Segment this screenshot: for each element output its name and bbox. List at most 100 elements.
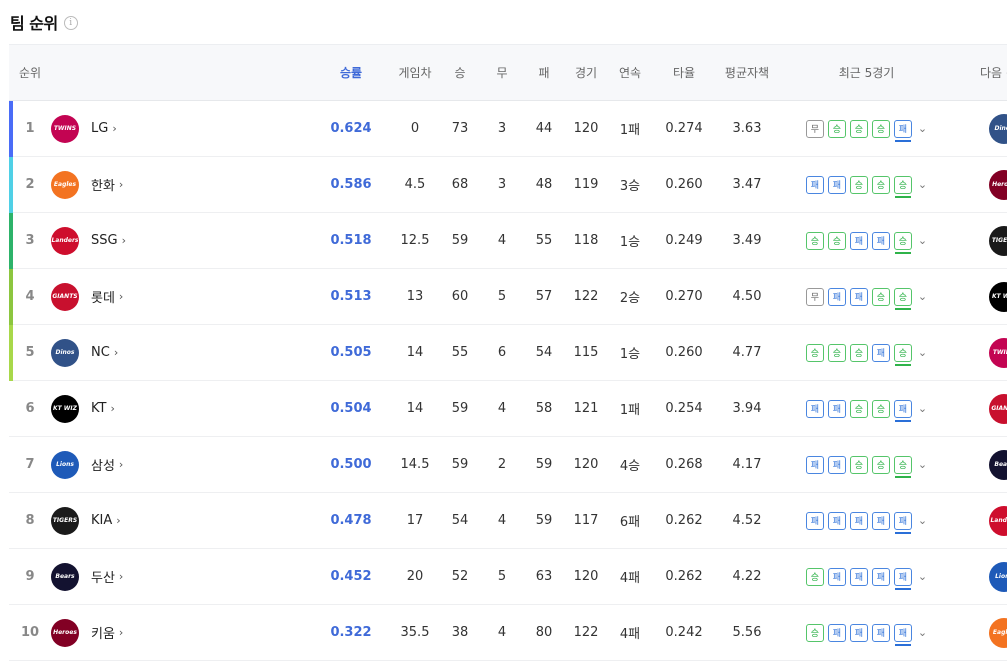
chevron-down-icon[interactable]: ⌄	[918, 346, 927, 359]
next-game[interactable]: Heroes	[954, 169, 1007, 200]
col-gb[interactable]: 게임차	[391, 64, 439, 81]
next-game[interactable]: TWINS	[954, 337, 1007, 368]
next-game[interactable]: Dinos	[954, 113, 1007, 144]
table-row: 5 Dinos NC › 0.505 14 55 6 54 115 1승 0.2…	[9, 325, 1007, 381]
team-link[interactable]: TIGERS KIA ›	[51, 506, 311, 535]
chevron-down-icon[interactable]: ⌄	[918, 458, 927, 471]
next-opponent-logo[interactable]: Eagles	[989, 617, 1007, 648]
next-opponent-logo[interactable]: Bears	[989, 449, 1007, 480]
chevron-down-icon[interactable]: ⌄	[918, 626, 927, 639]
col-games[interactable]: 경기	[565, 64, 607, 81]
team-link[interactable]: KT WIZ KT ›	[51, 394, 311, 423]
next-opponent-logo[interactable]: Landers	[989, 505, 1007, 536]
recent-result-badge: 무	[805, 287, 824, 306]
team-link[interactable]: GIANTS 롯데 ›	[51, 282, 311, 311]
team-link[interactable]: TWINS LG ›	[51, 114, 311, 143]
games-behind: 0	[410, 121, 420, 136]
next-opponent-logo[interactable]: KT WIZ	[989, 281, 1007, 312]
rank: 1	[25, 121, 35, 136]
team-name: KIA	[91, 513, 113, 528]
recent-result-badge: 패	[893, 399, 912, 422]
chevron-down-icon[interactable]: ⌄	[918, 234, 927, 247]
info-icon[interactable]: i	[63, 16, 78, 30]
recent-five-games[interactable]: 패 패 승 승 승 ⌄	[779, 455, 954, 478]
recent-result-badge: 패	[805, 175, 824, 194]
rank: 8	[25, 513, 35, 528]
streak: 1패	[619, 403, 641, 418]
recent-five-games[interactable]: 승 승 승 패 승 ⌄	[779, 343, 954, 366]
next-opponent-logo[interactable]: TWINS	[989, 337, 1007, 368]
team-link[interactable]: Eagles 한화 ›	[51, 170, 311, 199]
team-name: 두산	[91, 571, 115, 586]
recent-result-badge: 승	[893, 455, 912, 478]
chevron-down-icon[interactable]: ⌄	[918, 514, 927, 527]
team-logo-label: KT WIZ	[52, 405, 78, 412]
recent-five-games[interactable]: 무 패 패 승 승 ⌄	[779, 287, 954, 310]
next-game[interactable]: GIANTS	[954, 393, 1007, 424]
next-opponent-logo[interactable]: GIANTS	[989, 393, 1007, 424]
table-body: 1 TWINS LG › 0.624 0 73 3 44 120 1패 0.27…	[9, 101, 1007, 661]
recent-result-badge: 승	[871, 455, 890, 474]
col-wins[interactable]: 승	[439, 64, 481, 81]
table-row: 10 Heroes 키움 › 0.322 35.5 38 4 80 122 4패…	[9, 605, 1007, 661]
recent-five-games[interactable]: 패 패 승 승 패 ⌄	[779, 399, 954, 422]
col-pct[interactable]: 승률	[311, 64, 391, 81]
next-opponent-logo[interactable]: TIGERS	[989, 225, 1007, 256]
recent-five-games[interactable]: 패 패 패 패 패 ⌄	[779, 511, 954, 534]
games-behind: 20	[406, 569, 424, 584]
next-game[interactable]: Lions	[954, 561, 1007, 592]
losses: 57	[535, 289, 553, 304]
win-pct: 0.452	[330, 569, 372, 584]
rank-color-bar	[9, 437, 13, 493]
recent-five-games[interactable]: 승 패 패 패 패 ⌄	[779, 623, 954, 646]
recent-result-badge: 승	[827, 231, 846, 250]
next-opponent-logo[interactable]: Heroes	[989, 169, 1007, 200]
next-game[interactable]: Eagles	[954, 617, 1007, 648]
col-era[interactable]: 평균자책	[715, 64, 779, 81]
recent-five-games[interactable]: 무 승 승 승 패 ⌄	[779, 119, 954, 142]
chevron-down-icon[interactable]: ⌄	[918, 122, 927, 135]
next-game[interactable]: TIGERS	[954, 225, 1007, 256]
games: 120	[573, 457, 599, 472]
recent-five-games[interactable]: 승 승 패 패 승 ⌄	[779, 231, 954, 254]
col-draws[interactable]: 무	[481, 64, 523, 81]
recent-five-games[interactable]: 패 패 승 승 승 ⌄	[779, 175, 954, 198]
chevron-right-icon: ›	[110, 402, 115, 415]
col-losses[interactable]: 패	[523, 64, 565, 81]
games-behind: 14	[406, 345, 424, 360]
recent-result-badge: 승	[827, 119, 846, 138]
wins: 68	[451, 177, 469, 192]
next-game[interactable]: Landers	[954, 505, 1007, 536]
next-game[interactable]: KT WIZ	[954, 281, 1007, 312]
next-opponent-logo[interactable]: Dinos	[989, 113, 1007, 144]
chevron-down-icon[interactable]: ⌄	[918, 290, 927, 303]
team-logo: TIGERS	[51, 506, 79, 535]
chevron-down-icon[interactable]: ⌄	[918, 402, 927, 415]
recent-result-badge: 패	[849, 567, 868, 586]
batting-avg: 0.260	[665, 177, 703, 192]
team-link[interactable]: Heroes 키움 ›	[51, 618, 311, 647]
team-link[interactable]: Dinos NC ›	[51, 338, 311, 367]
recent-result-badge: 패	[827, 623, 846, 642]
table-row: 6 KT WIZ KT › 0.504 14 59 4 58 121 1패 0.…	[9, 381, 1007, 437]
recent-result-badge: 승	[805, 567, 824, 586]
team-link[interactable]: Lions 삼성 ›	[51, 450, 311, 479]
era: 3.47	[732, 177, 762, 192]
losses: 44	[535, 121, 553, 136]
next-game[interactable]: Bears	[954, 449, 1007, 480]
recent-five-games[interactable]: 승 패 패 패 패 ⌄	[779, 567, 954, 590]
recent-result-badge: 패	[827, 511, 846, 530]
next-opponent-logo-label: Bears	[994, 461, 1007, 468]
recent-result-badge: 승	[805, 343, 824, 362]
team-link[interactable]: Landers SSG ›	[51, 226, 311, 255]
col-streak[interactable]: 연속	[607, 64, 653, 81]
team-link[interactable]: Bears 두산 ›	[51, 562, 311, 591]
chevron-down-icon[interactable]: ⌄	[918, 570, 927, 583]
losses: 54	[535, 345, 553, 360]
rank: 4	[25, 289, 35, 304]
chevron-down-icon[interactable]: ⌄	[918, 178, 927, 191]
next-opponent-logo-label: TIGERS	[991, 237, 1007, 244]
next-opponent-logo[interactable]: Lions	[989, 561, 1007, 592]
col-avg[interactable]: 타율	[653, 64, 715, 81]
col-rank[interactable]: 순위	[9, 64, 51, 81]
